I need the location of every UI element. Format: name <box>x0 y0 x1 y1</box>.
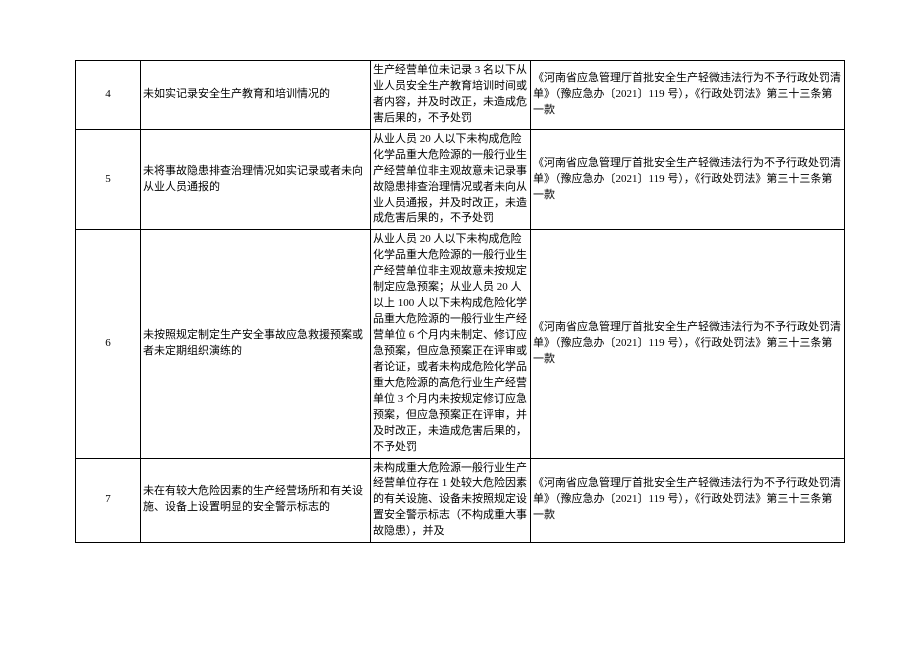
basis-cell: 《河南省应急管理厅首批安全生产轻微违法行为不予行政处罚清单》（豫应急办〔2021… <box>531 61 845 130</box>
basis-cell: 《河南省应急管理厅首批安全生产轻微违法行为不予行政处罚清单》（豫应急办〔2021… <box>531 230 845 458</box>
table-row: 4 未如实记录安全生产教育和培训情况的 生产经营单位未记录 3 名以下从业人员安… <box>76 61 845 130</box>
row-number: 7 <box>76 458 141 543</box>
condition-cell: 从业人员 20 人以下未构成危险化学品重大危险源的一般行业生产经营单位非主观故意… <box>371 129 531 230</box>
behavior-cell: 未按照规定制定生产安全事故应急救援预案或者未定期组织演练的 <box>141 230 371 458</box>
basis-cell: 《河南省应急管理厅首批安全生产轻微违法行为不予行政处罚清单》（豫应急办〔2021… <box>531 129 845 230</box>
table-row: 5 未将事故隐患排查治理情况如实记录或者未向从业人员通报的 从业人员 20 人以… <box>76 129 845 230</box>
condition-cell: 未构成重大危险源一般行业生产经营单位存在 1 处较大危险因素的有关设施、设备未按… <box>371 458 531 543</box>
behavior-cell: 未将事故隐患排查治理情况如实记录或者未向从业人员通报的 <box>141 129 371 230</box>
condition-cell: 从业人员 20 人以下未构成危险化学品重大危险源的一般行业生产经营单位非主观故意… <box>371 230 531 458</box>
basis-cell: 《河南省应急管理厅首批安全生产轻微违法行为不予行政处罚清单》（豫应急办〔2021… <box>531 458 845 543</box>
row-number: 4 <box>76 61 141 130</box>
regulation-table: 4 未如实记录安全生产教育和培训情况的 生产经营单位未记录 3 名以下从业人员安… <box>75 60 845 543</box>
table-row: 6 未按照规定制定生产安全事故应急救援预案或者未定期组织演练的 从业人员 20 … <box>76 230 845 458</box>
row-number: 5 <box>76 129 141 230</box>
row-number: 6 <box>76 230 141 458</box>
condition-cell: 生产经营单位未记录 3 名以下从业人员安全生产教育培训时间或者内容，并及时改正，… <box>371 61 531 130</box>
table-row: 7 未在有较大危险因素的生产经营场所和有关设施、设备上设置明显的安全警示标志的 … <box>76 458 845 543</box>
behavior-cell: 未如实记录安全生产教育和培训情况的 <box>141 61 371 130</box>
behavior-cell: 未在有较大危险因素的生产经营场所和有关设施、设备上设置明显的安全警示标志的 <box>141 458 371 543</box>
